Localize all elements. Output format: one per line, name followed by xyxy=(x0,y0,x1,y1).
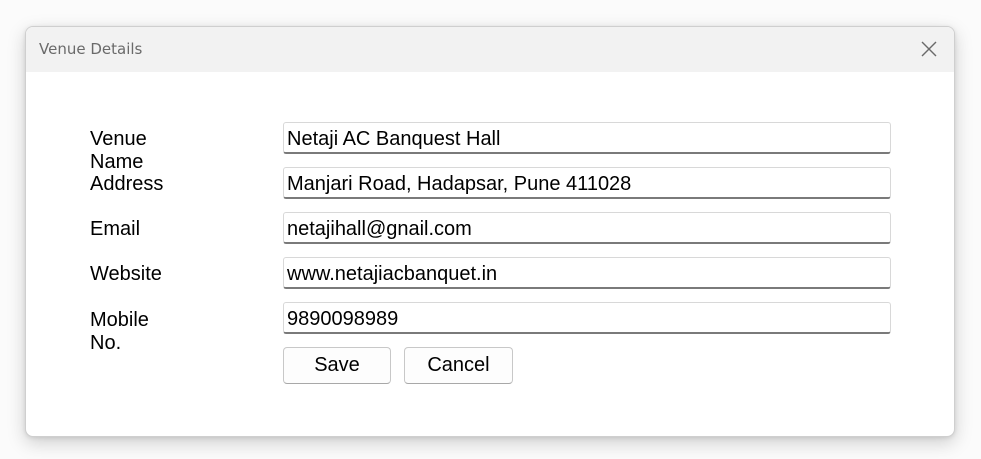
close-icon xyxy=(921,41,937,57)
venue-name-label: Venue Name xyxy=(90,128,147,173)
close-button[interactable] xyxy=(912,33,946,65)
cancel-button[interactable]: Cancel xyxy=(404,347,513,384)
desktop-background: Venue Details Venue Name Address Email W… xyxy=(0,0,981,459)
window-title: Venue Details xyxy=(39,40,143,58)
title-bar: Venue Details xyxy=(26,27,954,72)
email-label: Email xyxy=(90,218,141,240)
address-label: Address xyxy=(90,173,164,195)
address-input[interactable] xyxy=(283,167,891,199)
mobile-label: Mobile No. xyxy=(90,309,149,354)
website-label: Website xyxy=(90,263,162,285)
venue-details-dialog: Venue Details Venue Name Address Email W… xyxy=(25,26,955,437)
save-button[interactable]: Save xyxy=(283,347,391,384)
mobile-input[interactable] xyxy=(283,302,891,334)
venue-name-input[interactable] xyxy=(283,122,891,154)
website-input[interactable] xyxy=(283,257,891,289)
email-input[interactable] xyxy=(283,212,891,244)
